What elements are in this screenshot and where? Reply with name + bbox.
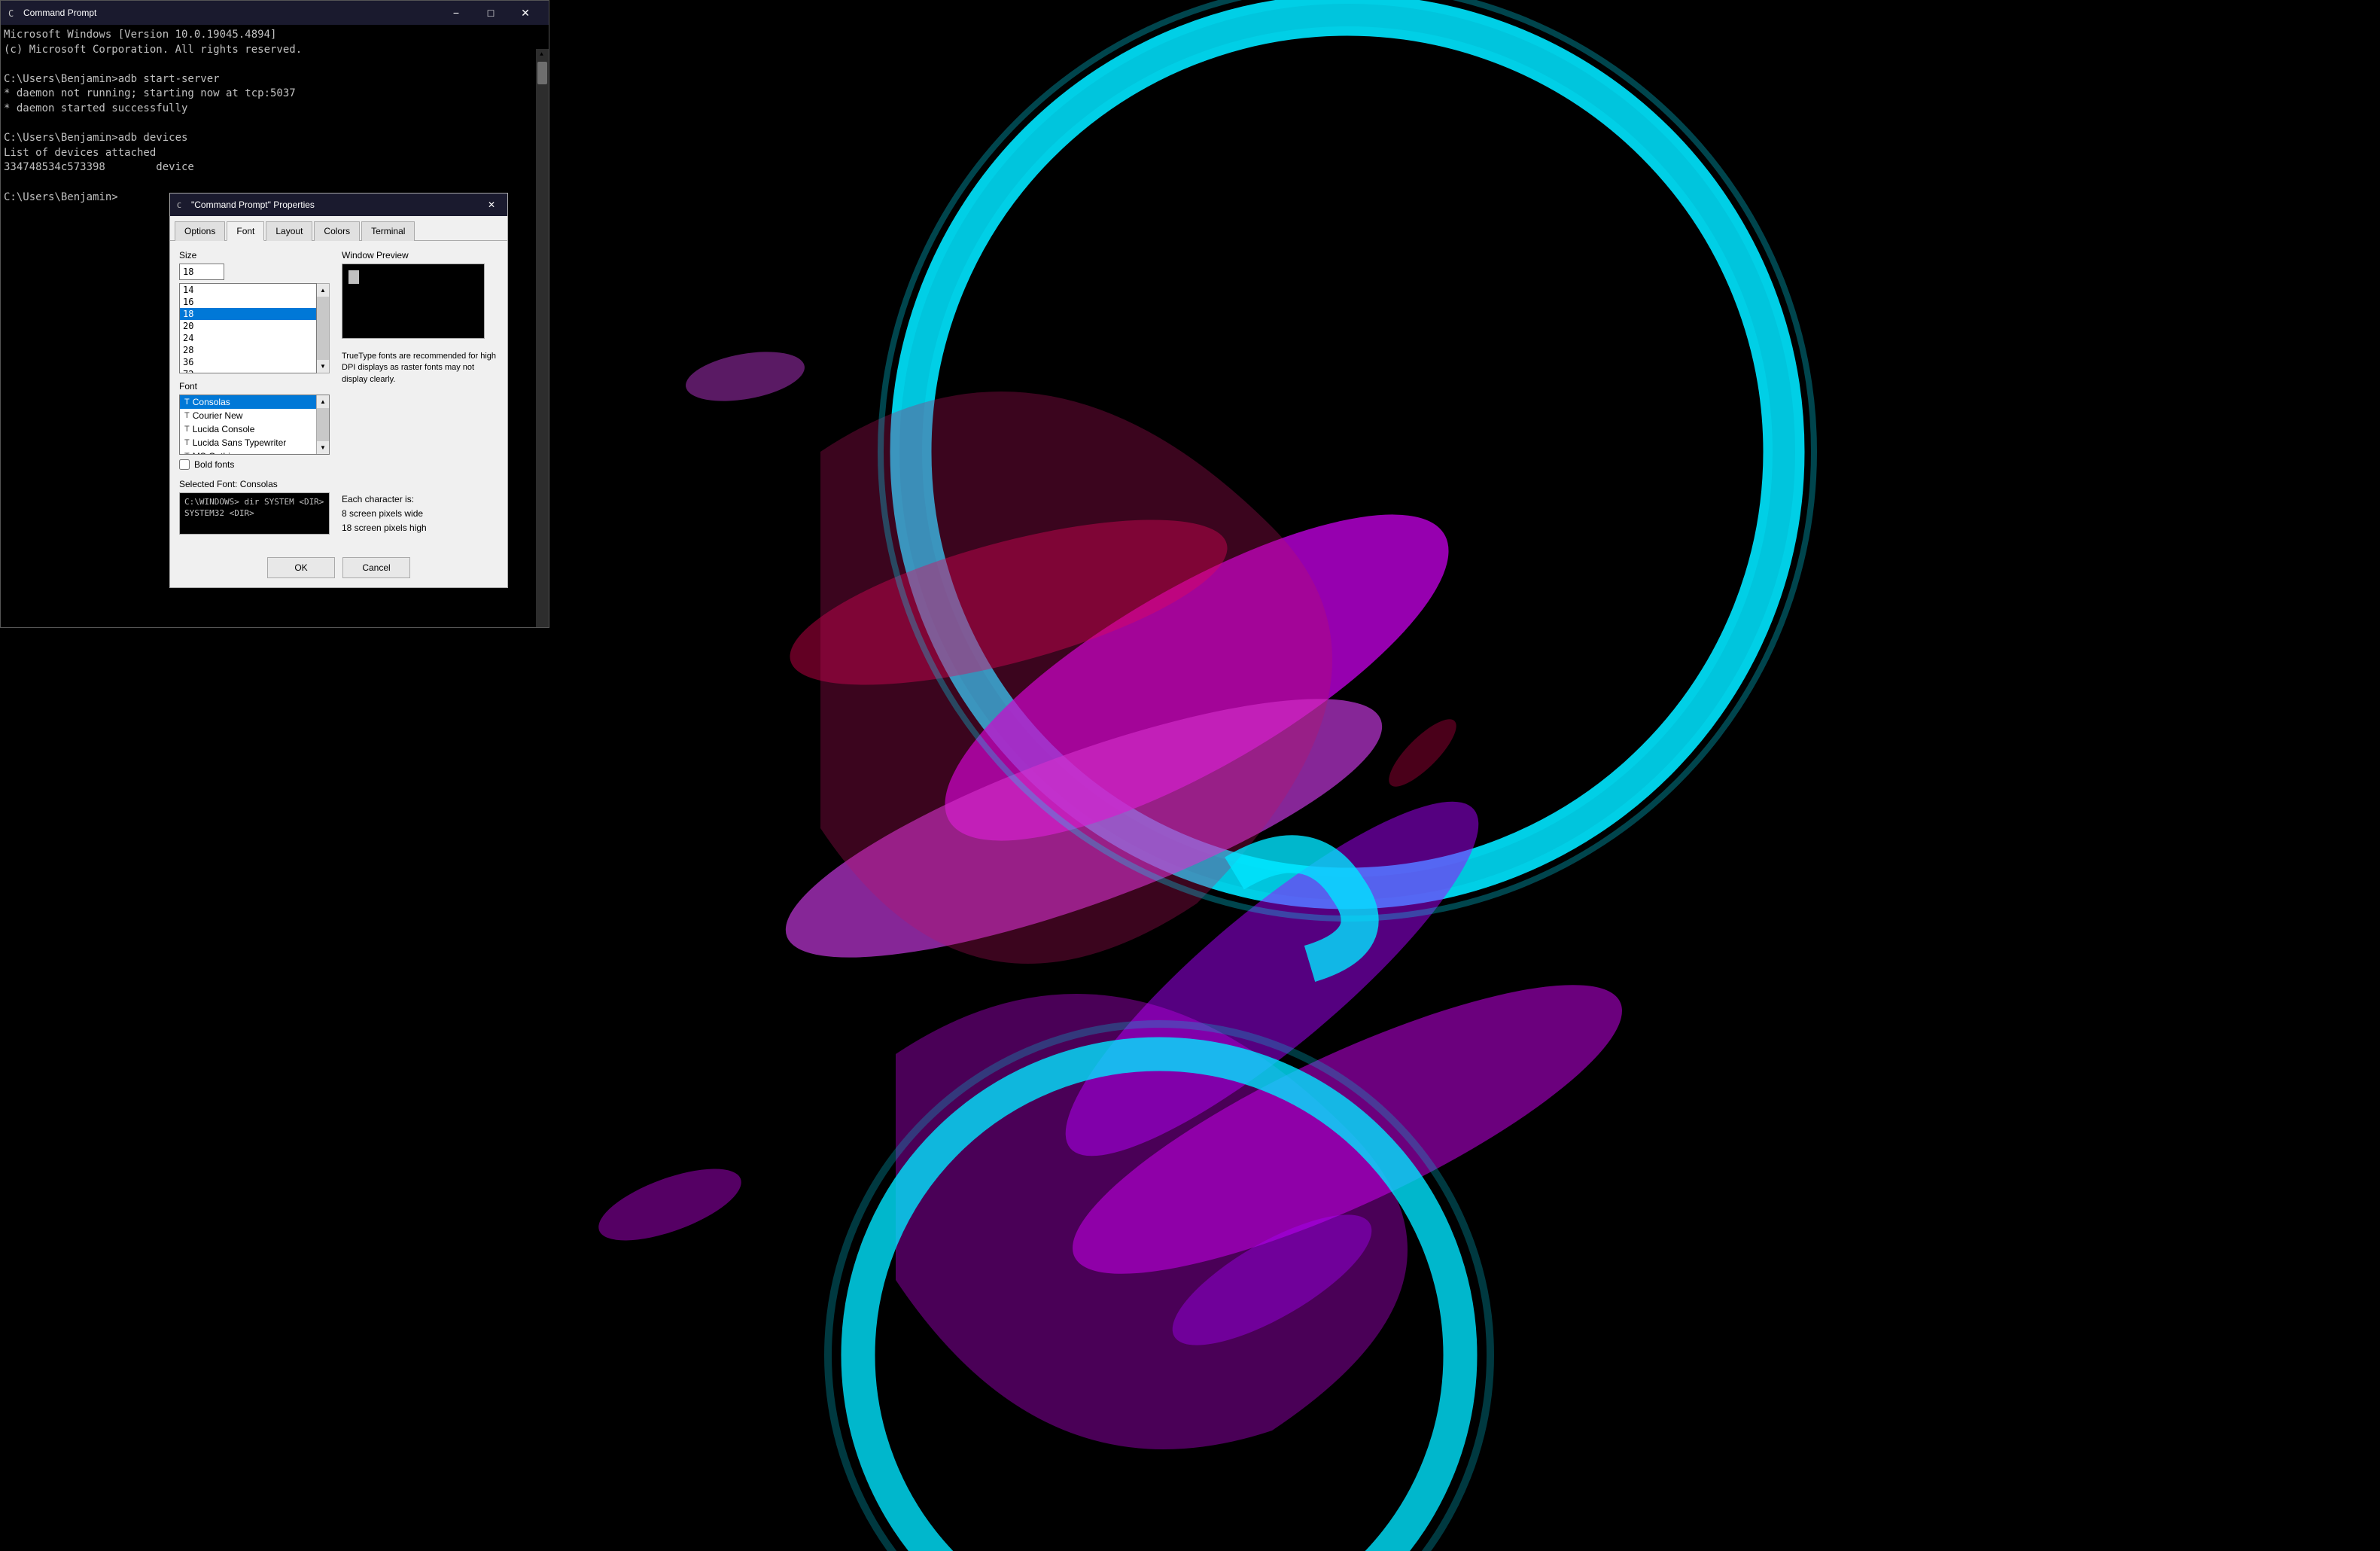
window-preview-box	[342, 264, 485, 339]
size-list-item[interactable]: 16	[180, 296, 316, 308]
font-type-icon: T	[184, 452, 190, 454]
tab-colors[interactable]: Colors	[314, 221, 360, 241]
top-row: Size 1416182024283672 ▲ ▼ Font T	[179, 250, 498, 470]
tab-font[interactable]: Font	[227, 221, 264, 241]
scrollbar-up-arrow[interactable]: ▲	[536, 49, 547, 60]
font-list-item[interactable]: TCourier New	[180, 409, 316, 422]
size-list-item[interactable]: 14	[180, 284, 316, 296]
tab-options[interactable]: Options	[175, 221, 225, 241]
size-scroll-up[interactable]: ▲	[317, 284, 329, 297]
dialog-titlebar: C "Command Prompt" Properties ✕	[170, 193, 507, 216]
size-listbox[interactable]: 1416182024283672	[179, 283, 317, 373]
size-list-item[interactable]: 28	[180, 344, 316, 356]
dialog-tab-bar: Options Font Layout Colors Terminal	[170, 216, 507, 241]
cmd-titlebar: C Command Prompt − □ ✕	[1, 1, 549, 25]
cmd-minimize-button[interactable]: −	[439, 1, 473, 25]
font-name-label: Courier New	[193, 410, 243, 421]
properties-dialog: C "Command Prompt" Properties ✕ Options …	[169, 193, 508, 588]
size-input-row	[179, 264, 330, 280]
bold-fonts-checkbox[interactable]	[179, 459, 190, 470]
selected-font-row: C:\WINDOWS> dir SYSTEM <DIR> SYSTEM32 <D…	[179, 492, 498, 536]
cmd-close-button[interactable]: ✕	[508, 1, 543, 25]
font-type-icon: T	[184, 438, 190, 447]
dialog-body: Size 1416182024283672 ▲ ▼ Font T	[170, 241, 507, 545]
svg-text:C: C	[8, 8, 14, 19]
left-column: Size 1416182024283672 ▲ ▼ Font T	[179, 250, 330, 470]
font-preview-box: C:\WINDOWS> dir SYSTEM <DIR> SYSTEM32 <D…	[179, 492, 330, 535]
size-input[interactable]	[179, 264, 224, 280]
size-label: Size	[179, 250, 330, 261]
font-scroll-track	[317, 408, 329, 441]
char-info-label: Each character is:	[342, 492, 427, 507]
size-list-item[interactable]: 72	[180, 368, 316, 373]
font-type-icon: T	[184, 398, 190, 407]
size-list-item[interactable]: 36	[180, 356, 316, 368]
size-scroll-down[interactable]: ▼	[317, 360, 329, 373]
dialog-title-text: "Command Prompt" Properties	[191, 200, 482, 210]
selected-font-label: Selected Font: Consolas	[179, 479, 498, 489]
font-name-label: MS Gothic	[193, 451, 235, 454]
font-list-item[interactable]: TConsolas	[180, 395, 316, 409]
svg-text:C: C	[177, 202, 181, 210]
cmd-window-controls: − □ ✕	[439, 1, 543, 25]
font-name-label: Consolas	[193, 397, 230, 407]
size-list-item[interactable]: 18	[180, 308, 316, 320]
tab-layout[interactable]: Layout	[266, 221, 312, 241]
bold-fonts-label: Bold fonts	[194, 459, 234, 470]
font-listbox-container: TConsolasTCourier NewTLucida ConsoleTLuc…	[179, 395, 330, 455]
font-scroll-up[interactable]: ▲	[317, 395, 329, 408]
font-list-item[interactable]: TMS Gothic	[180, 449, 316, 454]
size-list-item[interactable]: 24	[180, 332, 316, 344]
cmd-window-icon: C	[7, 7, 19, 19]
window-preview-label: Window Preview	[342, 250, 498, 261]
size-listbox-container: 1416182024283672 ▲ ▼	[179, 283, 330, 373]
cmd-maximize-button[interactable]: □	[473, 1, 508, 25]
selected-font-section: Selected Font: Consolas C:\WINDOWS> dir …	[179, 479, 498, 536]
right-column: Window Preview TrueType fonts are recomm…	[342, 250, 498, 470]
cmd-scrollbar[interactable]: ▲	[536, 49, 549, 627]
font-scroll-down[interactable]: ▼	[317, 441, 329, 454]
cancel-button[interactable]: Cancel	[342, 557, 410, 578]
font-list-item[interactable]: TLucida Console	[180, 422, 316, 436]
font-label: Font	[179, 381, 330, 392]
font-name-label: Lucida Sans Typewriter	[193, 437, 287, 448]
font-type-icon: T	[184, 425, 190, 434]
font-type-icon: T	[184, 411, 190, 420]
tt-info-container: TrueType fonts are recommended for high …	[342, 351, 498, 385]
font-section: Font TConsolasTCourier NewTLucida Consol…	[179, 381, 330, 470]
char-width: 8 screen pixels wide	[342, 507, 427, 521]
font-scrollbar[interactable]: ▲ ▼	[316, 395, 329, 454]
bold-fonts-row: Bold fonts	[179, 459, 330, 470]
dialog-buttons: OK Cancel	[170, 545, 507, 587]
font-name-label: Lucida Console	[193, 424, 255, 434]
cmd-title-text: Command Prompt	[23, 8, 439, 18]
scrollbar-thumb[interactable]	[537, 62, 547, 84]
preview-cursor	[348, 270, 359, 284]
char-height: 18 screen pixels high	[342, 521, 427, 535]
dialog-icon: C	[176, 200, 187, 210]
tt-info-text: TrueType fonts are recommended for high …	[342, 351, 498, 385]
size-scroll-track	[317, 297, 329, 360]
tab-terminal[interactable]: Terminal	[361, 221, 415, 241]
size-list-item[interactable]: 20	[180, 320, 316, 332]
dialog-close-button[interactable]: ✕	[482, 197, 501, 213]
ok-button[interactable]: OK	[267, 557, 335, 578]
size-scrollbar[interactable]: ▲ ▼	[317, 283, 330, 373]
font-listbox[interactable]: TConsolasTCourier NewTLucida ConsoleTLuc…	[180, 395, 316, 454]
char-info: Each character is: 8 screen pixels wide …	[342, 492, 427, 536]
font-list-item[interactable]: TLucida Sans Typewriter	[180, 436, 316, 449]
